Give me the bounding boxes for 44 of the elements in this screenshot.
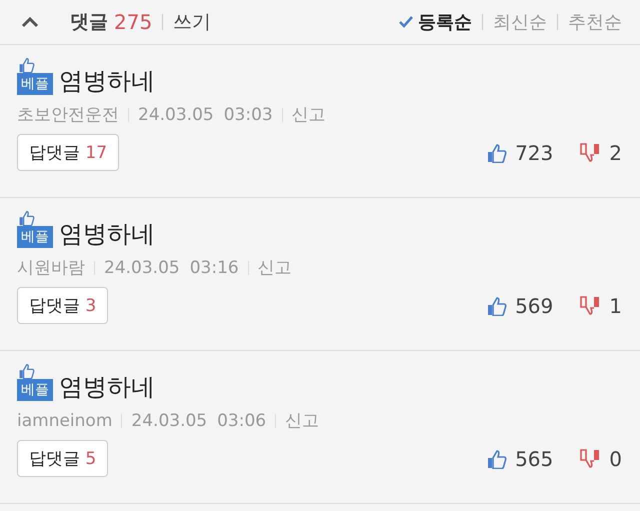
comment-time: 03:16	[190, 258, 239, 278]
comment-text: 염병하네	[59, 67, 155, 95]
comment-time: 03:03	[224, 104, 273, 124]
author-name[interactable]: 초보안전운전	[17, 103, 119, 126]
sort-option[interactable]: 최신순	[493, 10, 547, 34]
comment-time: 03:06	[217, 410, 266, 430]
thumbs-down-icon[interactable]	[579, 142, 602, 162]
best-badge: 베플	[17, 226, 53, 248]
best-badge: 베플	[17, 379, 53, 401]
report-link[interactable]: 신고	[285, 409, 320, 432]
thumbs-down-icon[interactable]	[579, 296, 602, 316]
dislike-count: 1	[609, 294, 622, 318]
like-count: 565	[515, 446, 554, 470]
thumbs-up-icon[interactable]	[485, 448, 508, 468]
thumbs-down-icon[interactable]	[579, 448, 602, 468]
thumbs-up-icon[interactable]	[485, 142, 508, 162]
report-link[interactable]: 신고	[258, 256, 292, 279]
reply-button[interactable]: 답댓글 5	[17, 440, 108, 477]
sort-option[interactable]: 추천순	[568, 10, 622, 34]
reply-button[interactable]: 답댓글 3	[17, 287, 108, 324]
collapse-icon[interactable]	[20, 15, 40, 29]
comment-text: 염병하네	[59, 220, 155, 248]
reply-button[interactable]: 답댓글 17	[17, 134, 120, 171]
write-link[interactable]: 쓰기	[173, 9, 212, 35]
like-count: 569	[515, 294, 554, 318]
thumbs-up-icon[interactable]	[485, 296, 508, 316]
thumbs-up-icon	[17, 57, 35, 73]
dislike-count: 0	[609, 446, 622, 470]
sort-option[interactable]: 등록순	[418, 10, 472, 34]
comment-text: 염병하네	[59, 373, 155, 401]
comment-date: 24.03.05	[138, 104, 214, 124]
comment-date: 24.03.05	[104, 258, 180, 278]
thumbs-up-icon	[17, 210, 35, 226]
comment-count: 275	[114, 10, 152, 34]
report-link[interactable]: 신고	[292, 103, 326, 126]
like-count: 723	[515, 140, 554, 164]
thumbs-up-icon	[17, 363, 35, 379]
best-badge: 베플	[17, 73, 53, 95]
comment-label: 댓글	[70, 10, 108, 35]
comment-date: 24.03.05	[131, 410, 208, 430]
dislike-count: 2	[609, 140, 622, 164]
check-icon	[398, 15, 414, 29]
author-name[interactable]: iamneinom	[17, 410, 112, 430]
author-name[interactable]: 시원바람	[17, 256, 85, 279]
